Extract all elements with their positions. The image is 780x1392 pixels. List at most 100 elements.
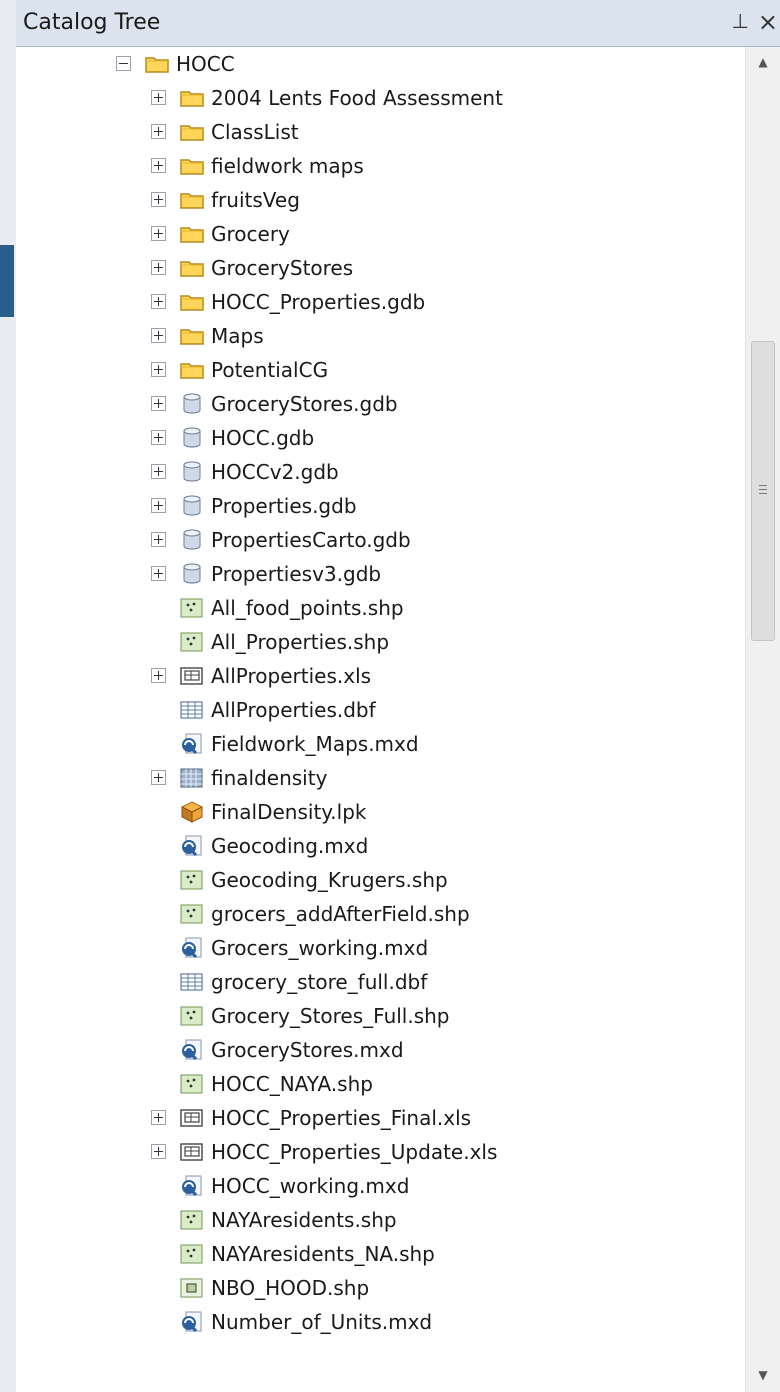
map-document-icon: [182, 835, 202, 857]
scroll-down-arrow[interactable]: ▼: [755, 1368, 771, 1388]
tree-item[interactable]: Number_of_Units.mxd: [16, 1305, 746, 1339]
tree-item-label: Grocery: [211, 222, 290, 246]
expand-icon[interactable]: [151, 260, 166, 275]
panel-titlebar: Catalog Tree ⊥ ×: [16, 0, 780, 47]
map-document-icon: [182, 1311, 202, 1333]
tree-item[interactable]: NAYAresidents_NA.shp: [16, 1237, 746, 1271]
tree-root-hocc[interactable]: HOCC: [16, 47, 746, 81]
tree-item[interactable]: Properties.gdb: [16, 489, 746, 523]
tree-item-label: grocers_addAfterField.shp: [211, 902, 470, 926]
tree-item[interactable]: PropertiesCarto.gdb: [16, 523, 746, 557]
tree-item[interactable]: 2004 Lents Food Assessment: [16, 81, 746, 115]
tree-item[interactable]: ClassList: [16, 115, 746, 149]
scroll-up-arrow[interactable]: ▲: [755, 55, 771, 75]
expand-icon[interactable]: [151, 770, 166, 785]
expand-icon[interactable]: [151, 124, 166, 139]
tree-item-label: All_food_points.shp: [211, 596, 404, 620]
tree-item[interactable]: HOCC_NAYA.shp: [16, 1067, 746, 1101]
tree-item[interactable]: HOCC.gdb: [16, 421, 746, 455]
expand-icon[interactable]: [151, 294, 166, 309]
tree-item[interactable]: grocers_addAfterField.shp: [16, 897, 746, 931]
tree-item[interactable]: FinalDensity.lpk: [16, 795, 746, 829]
tree-item-label: NAYAresidents_NA.shp: [211, 1242, 435, 1266]
point-shapefile-icon: [180, 632, 203, 652]
pin-icon[interactable]: ⊥: [732, 9, 749, 33]
point-shapefile-icon: [180, 870, 203, 890]
tree-item[interactable]: Propertiesv3.gdb: [16, 557, 746, 591]
tree-item[interactable]: AllProperties.dbf: [16, 693, 746, 727]
point-shapefile-icon: [180, 904, 203, 924]
tree-item[interactable]: NBO_HOOD.shp: [16, 1271, 746, 1305]
tree-item[interactable]: GroceryStores.mxd: [16, 1033, 746, 1067]
point-shapefile-icon: [180, 598, 203, 618]
tree-item[interactable]: HOCC_Properties_Update.xls: [16, 1135, 746, 1169]
excel-table-icon: [180, 667, 203, 685]
tree-item[interactable]: HOCC_Properties.gdb: [16, 285, 746, 319]
raster-icon: [180, 768, 203, 788]
expand-icon[interactable]: [151, 396, 166, 411]
expand-icon[interactable]: [151, 430, 166, 445]
expand-icon[interactable]: [151, 532, 166, 547]
catalog-tree: HOCC 2004 Lents Food Assessment ClassList…: [16, 47, 746, 1392]
expand-icon[interactable]: [151, 328, 166, 343]
tree-item[interactable]: HOCCv2.gdb: [16, 455, 746, 489]
vertical-scrollbar[interactable]: ▲ ▼: [745, 47, 780, 1392]
map-document-icon: [182, 733, 202, 755]
tree-item[interactable]: HOCC_working.mxd: [16, 1169, 746, 1203]
tree-item[interactable]: HOCC_Properties_Final.xls: [16, 1101, 746, 1135]
folder-icon: [180, 363, 204, 379]
point-shapefile-icon: [180, 1210, 203, 1230]
expand-icon[interactable]: [151, 566, 166, 581]
point-shapefile-icon: [180, 1244, 203, 1264]
tree-item[interactable]: Grocers_working.mxd: [16, 931, 746, 965]
tree-item[interactable]: GroceryStores.gdb: [16, 387, 746, 421]
expand-icon[interactable]: [151, 362, 166, 377]
tree-item[interactable]: fieldwork maps: [16, 149, 746, 183]
expand-icon[interactable]: [151, 1110, 166, 1125]
tree-item[interactable]: finaldensity: [16, 761, 746, 795]
tree-item[interactable]: grocery_store_full.dbf: [16, 965, 746, 999]
tree-item-label: 2004 Lents Food Assessment: [211, 86, 503, 110]
tree-item[interactable]: Maps: [16, 319, 746, 353]
tree-item-label: Maps: [211, 324, 264, 348]
folder-icon: [180, 125, 204, 141]
tree-item-label: PotentialCG: [211, 358, 329, 382]
tree-item[interactable]: Grocery_Stores_Full.shp: [16, 999, 746, 1033]
map-document-icon: [182, 937, 202, 959]
folder-icon: [180, 261, 204, 277]
tree-item[interactable]: NAYAresidents.shp: [16, 1203, 746, 1237]
tree-item[interactable]: AllProperties.xls: [16, 659, 746, 693]
excel-table-icon: [180, 1143, 203, 1161]
tree-item-label: NBO_HOOD.shp: [211, 1276, 370, 1300]
tree-item[interactable]: fruitsVeg: [16, 183, 746, 217]
expand-icon[interactable]: [151, 1144, 166, 1159]
tree-item-label: GroceryStores.gdb: [211, 392, 398, 416]
tree-item[interactable]: Grocery: [16, 217, 746, 251]
close-icon[interactable]: ×: [758, 8, 778, 36]
tree-item[interactable]: Fieldwork_Maps.mxd: [16, 727, 746, 761]
tree-item-label: ClassList: [211, 120, 299, 144]
map-document-icon: [182, 1175, 202, 1197]
expand-icon[interactable]: [151, 668, 166, 683]
expand-icon[interactable]: [151, 464, 166, 479]
expand-icon[interactable]: [151, 226, 166, 241]
expand-icon[interactable]: [151, 158, 166, 173]
expand-icon[interactable]: [151, 90, 166, 105]
tree-item[interactable]: Geocoding_Krugers.shp: [16, 863, 746, 897]
tree-item[interactable]: GroceryStores: [16, 251, 746, 285]
tree-item-label: PropertiesCarto.gdb: [211, 528, 411, 552]
tree-item[interactable]: All_food_points.shp: [16, 591, 746, 625]
expand-icon[interactable]: [151, 498, 166, 513]
scroll-thumb[interactable]: [751, 341, 775, 641]
tree-item-label: Number_of_Units.mxd: [211, 1310, 433, 1334]
expand-icon[interactable]: [151, 192, 166, 207]
folder-icon: [180, 329, 204, 345]
database-icon: [183, 427, 201, 448]
point-shapefile-icon: [180, 1006, 203, 1026]
tree-item[interactable]: PotentialCG: [16, 353, 746, 387]
tree-item[interactable]: All_Properties.shp: [16, 625, 746, 659]
panel-title: Catalog Tree: [23, 10, 161, 35]
tree-item-label: fieldwork maps: [211, 154, 364, 178]
tree-item[interactable]: Geocoding.mxd: [16, 829, 746, 863]
collapse-icon[interactable]: [116, 56, 131, 71]
